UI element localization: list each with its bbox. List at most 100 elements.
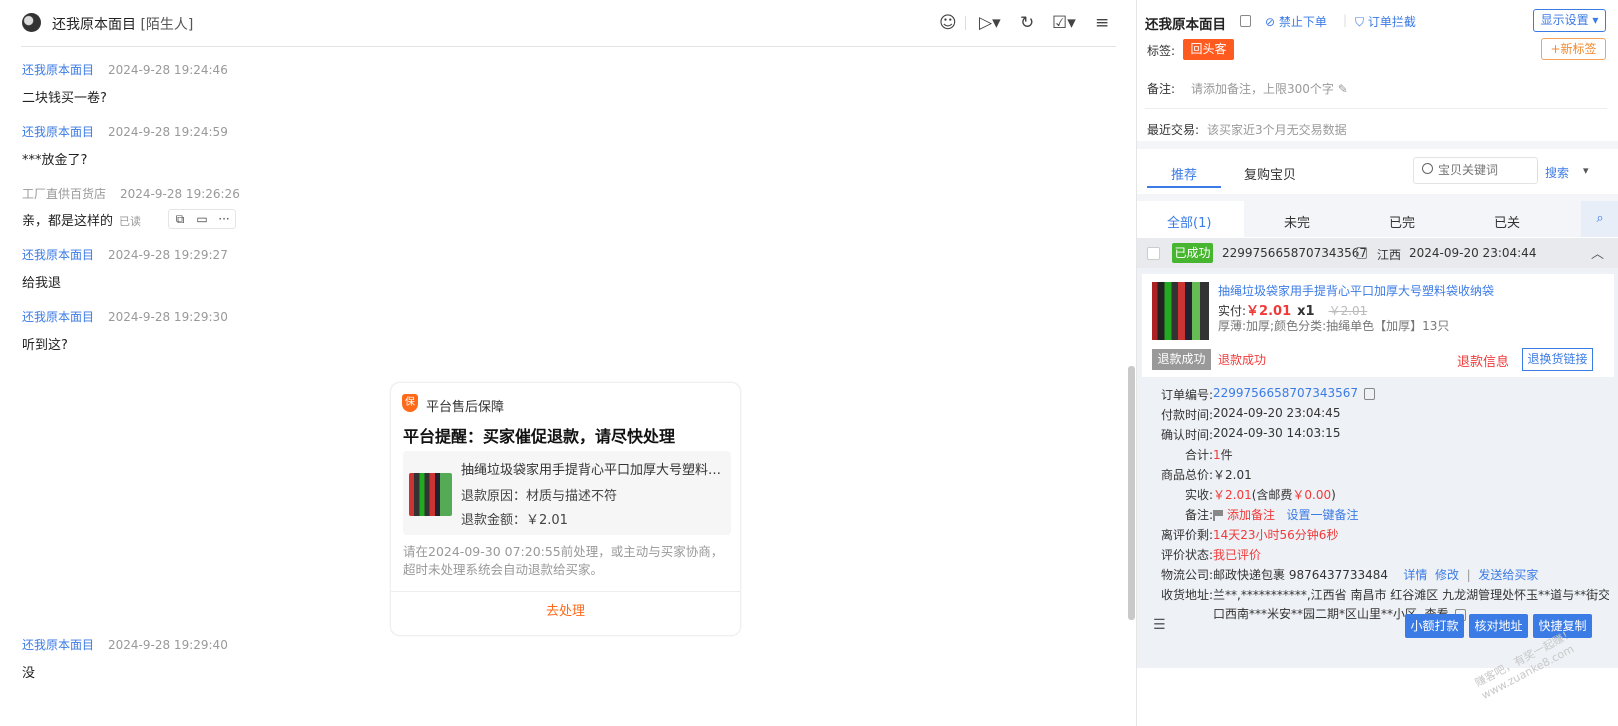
send-to-buyer-link[interactable]: 发送给买家 [1478,568,1538,582]
timestamp: 2024-9-28 19:26:26 [120,187,240,201]
chat-title: 还我原本面目 [陌生人] [52,14,193,34]
exchange-link-button[interactable]: 退换货链接 [1522,348,1593,371]
scrollbar[interactable] [1128,366,1135,620]
chevron-down-icon[interactable]: ▾ [1583,164,1589,177]
small-payment-button[interactable]: 小额打款 [1405,614,1464,638]
order-number: 2299756658707343567 [1222,246,1368,260]
new-tag-button[interactable]: +新标签 [1541,38,1606,60]
tab-recommend[interactable]: 推荐 [1171,164,1197,183]
divider: | [1466,568,1471,582]
set-quick-note-link[interactable]: 设置一键备注 [1286,508,1358,522]
more-icon[interactable]: ··· [213,210,235,228]
task-check-icon[interactable]: ☑▾ [1052,13,1076,33]
order-header: 已成功 2299756658707343567 江西 2024-09-20 23… [1137,238,1618,268]
order-checkbox[interactable] [1147,247,1160,260]
detail-label: 备注: [1184,508,1213,522]
quote-icon[interactable]: ▭ [191,210,213,228]
sender[interactable]: 还我原本面目 [22,310,94,324]
sender[interactable]: 还我原本面目 [22,63,94,77]
sender: 工厂直供百货店 [22,187,107,201]
logistics-detail-link[interactable]: 详情 [1403,568,1427,582]
copy-icon[interactable] [1240,15,1251,27]
recent-label: 最近交易: [1147,123,1200,137]
detail-label: 合计: [1184,448,1213,462]
detail-label: 评价状态: [1160,548,1213,562]
avatar[interactable] [22,13,41,32]
edit-icon[interactable]: ✎ [1334,82,1348,96]
detail-label: 物流公司: [1160,568,1213,582]
check-address-button[interactable]: 核对地址 [1469,614,1528,638]
remark-input[interactable]: 请添加备注，上限300个字 ✎ [1191,80,1348,97]
paid-label: 实付: [1218,304,1247,318]
menu-icon[interactable]: ≡ [1095,13,1109,33]
divider: | [1343,13,1348,27]
tab-all[interactable]: 全部(1) [1167,212,1211,231]
order-region: 江西 [1377,248,1402,262]
detail-label: 确认时间: [1160,428,1213,442]
add-note-link[interactable]: 添加备注 [1227,508,1275,522]
confirm-time: 2024-09-30 14:03:15 [1213,426,1341,440]
robot-icon[interactable]: ☺ [939,13,957,33]
tag-badge[interactable]: 回头客 [1183,39,1234,60]
sender[interactable]: 还我原本面目 [22,248,94,262]
tab-unfinished[interactable]: 未完 [1284,212,1310,231]
search-icon[interactable]: ⌕ [1581,201,1618,237]
order-tabs: 全部(1) 未完 已完 已关 ⌕ [1137,201,1618,237]
postage-value: ￥0.00 [1292,488,1332,502]
display-settings-button[interactable]: 显示设置 ▾ [1533,9,1606,32]
order-number: 2299756658707343567 [1213,386,1376,400]
section-gap [1137,194,1618,201]
card-goods[interactable]: 抽绳垃圾袋家用手提背心平口加厚大号塑料… 退款原因：材质与描述不符 退款金额：￥… [403,451,731,535]
link-label: 禁止下单 [1278,15,1327,29]
message-meta: 还我原本面目 2024-9-28 19:29:27 [22,246,228,263]
order-number-value[interactable]: 2299756658707343567 [1213,386,1358,400]
sender[interactable]: 还我原本面目 [22,125,94,139]
settings-list-icon[interactable]: ☰ [1153,617,1173,633]
shield-icon: 保 [402,394,418,412]
status-badge: 已成功 [1172,243,1213,263]
tab-rebuy[interactable]: 复购宝贝 [1244,164,1296,183]
original-price: ￥2.01 [1328,304,1368,318]
divider [965,16,966,30]
chevron-down-icon: ▾ [1588,13,1599,27]
copy-icon[interactable] [1364,387,1376,400]
tab-finished[interactable]: 已完 [1389,212,1415,231]
copy-icon[interactable]: ⧉ [169,210,191,228]
address-line: 兰**,***********,江西省 南昌市 红谷滩区 九龙湖管理处怀玉**道… [1213,588,1609,602]
sender[interactable]: 还我原本面目 [22,638,94,652]
video-icon[interactable]: ▷▾ [979,13,1001,33]
tab-closed[interactable]: 已关 [1494,212,1520,231]
timestamp: 2024-9-28 19:29:30 [108,310,228,324]
product-thumbnail[interactable] [1152,282,1209,340]
button-label: 显示设置 [1540,13,1589,27]
intercept-order-link[interactable]: ⛉ 订单拦截 [1355,13,1416,30]
message-text: 没 [22,666,36,681]
handle-button[interactable]: 去处理 [391,600,740,619]
message-meta: 还我原本面目 2024-9-28 19:29:30 [22,308,228,325]
pay-time: 2024-09-20 23:04:45 [1213,406,1341,420]
search-button[interactable]: 搜索 [1545,164,1569,181]
refresh-icon[interactable]: ↻ [1020,13,1034,33]
product-name[interactable]: 抽绳垃圾袋家用手提背心平口加厚大号塑料袋收纳袋 [1218,282,1494,299]
refund-status[interactable]: 退款成功 [1218,351,1266,368]
search-input[interactable] [1438,163,1533,177]
chevron-up-icon[interactable]: ︿ [1591,243,1604,262]
message-text: 二块钱买一卷? [22,91,107,106]
detail-label: 商品总价: [1160,468,1213,482]
recent-value: 该买家近3个月无交易数据 [1207,123,1347,137]
refund-info-link[interactable]: 退款信息 [1457,351,1509,370]
search-icon [1422,163,1433,174]
buyer-name: 还我原本面目 [1145,17,1226,33]
chat-header: 还我原本面目 [陌生人] ☺ ▷▾ ↻ ☑▾ ≡ [21,0,1116,47]
timestamp: 2024-9-28 19:24:46 [108,63,228,77]
message-text: ***放金了? [22,153,88,168]
detail-label: 订单编号: [1160,388,1213,402]
goods-card: 抽绳垃圾袋家用手提背心平口加厚大号塑料袋收纳袋 实付:￥2.01 x1 ￥2.01 … [1142,274,1614,377]
logistics-edit-link[interactable]: 修改 [1435,568,1459,582]
copy-icon[interactable] [1356,247,1367,259]
forbid-order-link[interactable]: ⊘ 禁止下单 [1265,13,1327,30]
product-sku: 厚薄:加厚;颜色分类:抽绳单色【加厚】13只 [1218,319,1450,333]
refund-amount: 退款金额：￥2.01 [461,513,568,528]
shield-icon: ⛉ [1355,15,1368,29]
refund-badge: 退款成功 [1152,349,1211,370]
